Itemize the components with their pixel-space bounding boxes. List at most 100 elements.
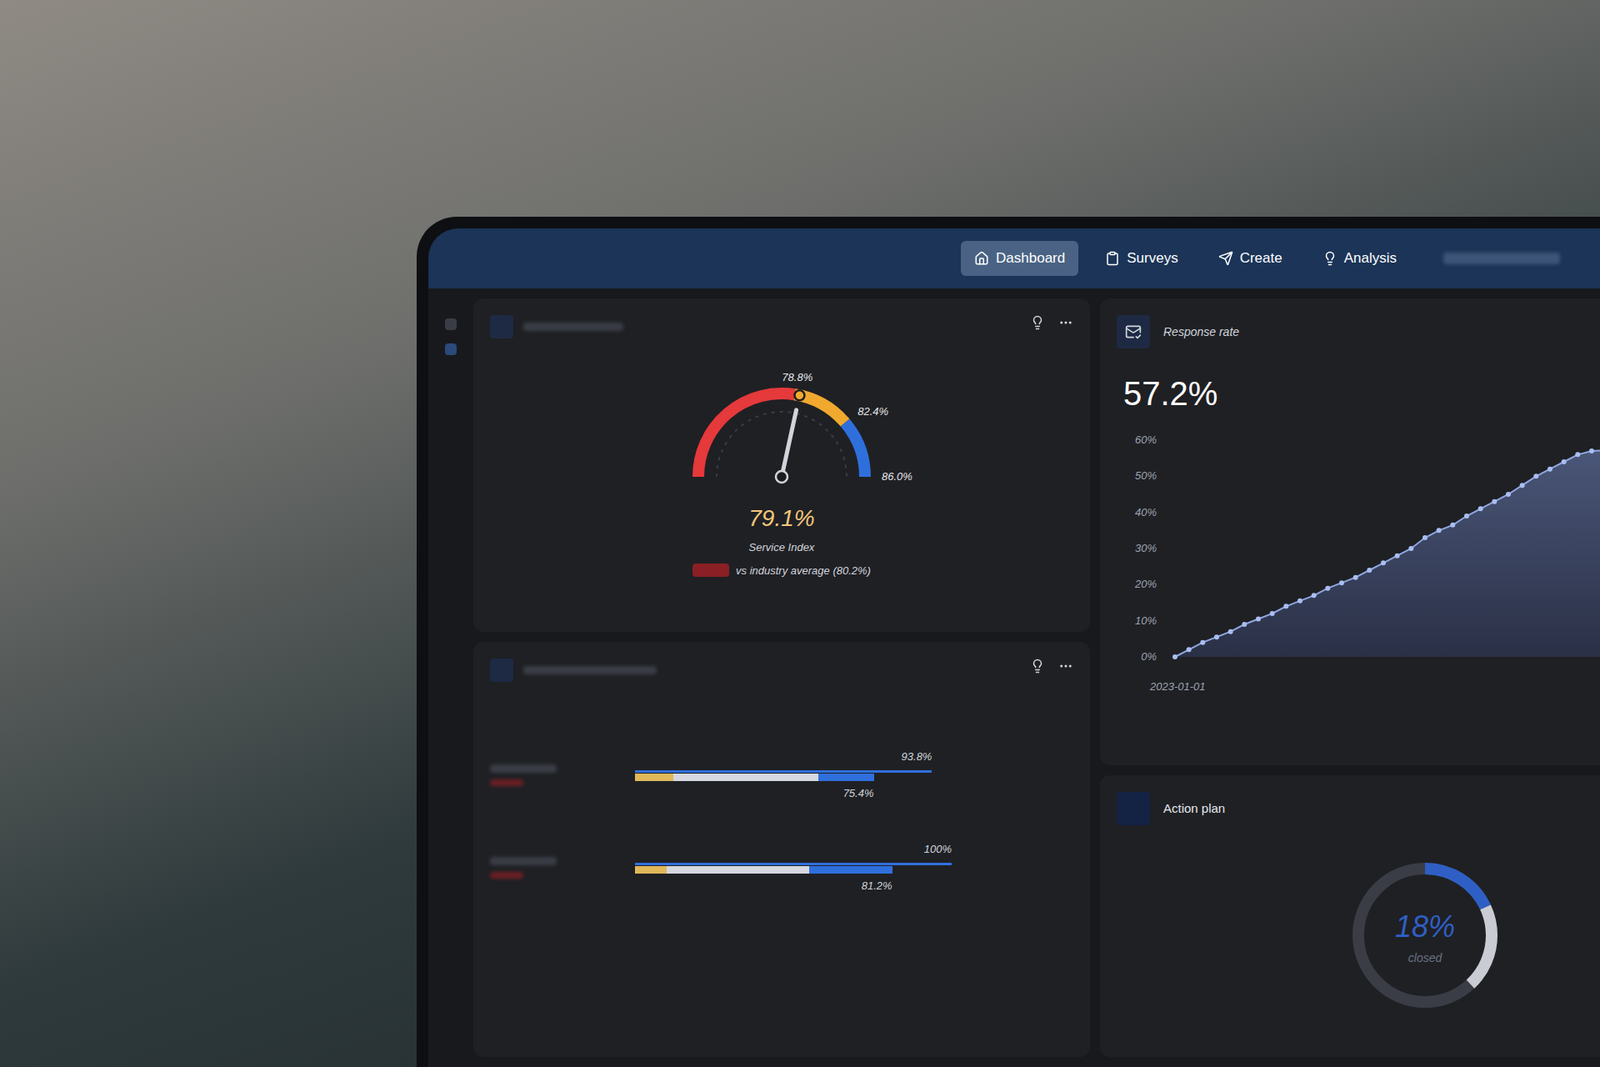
data-point (1561, 459, 1567, 465)
blurred-label (490, 856, 557, 865)
nav-tab-icon (974, 250, 990, 266)
card-title: Action plan (1163, 799, 1225, 819)
score-value: 81.2% (861, 877, 893, 895)
sidebar (438, 298, 464, 1057)
data-point (1325, 585, 1330, 591)
gauge-marker (794, 390, 805, 400)
insight-icon[interactable] (1030, 315, 1045, 330)
svg-text:78.8%: 78.8% (781, 370, 813, 384)
data-point (1436, 527, 1442, 533)
nav-tab[interactable]: Create (1205, 240, 1296, 276)
comparison-text: vs industry average (80.2%) (735, 562, 871, 580)
data-point (1478, 505, 1484, 511)
data-point (1283, 603, 1289, 609)
gauge-chart: 78.8% 82.4% 86.0% (640, 351, 924, 498)
profile-placeholder[interactable] (1443, 252, 1560, 265)
gauge-band: 82.4% (795, 394, 889, 423)
target-value: 93.8% (901, 748, 933, 765)
data-point (1366, 567, 1372, 573)
laptop-bezel: Dashboard Surveys Create Analysis 78.8% 82.4%… (416, 216, 1600, 1067)
blurred-title (523, 665, 657, 675)
card-icon (490, 658, 514, 682)
data-point (1547, 466, 1553, 472)
data-point (1395, 553, 1400, 559)
y-tick: 0% (1140, 650, 1157, 663)
data-point (1520, 482, 1525, 488)
data-point (1353, 575, 1359, 580)
y-tick: 30% (1135, 541, 1157, 555)
card-icon (1116, 791, 1150, 825)
delta-badge (692, 563, 730, 577)
gauge-card: 78.8%82.4%86.0%79.1%Service Indexvs indu… (473, 298, 1090, 632)
data-point (1380, 560, 1386, 565)
data-point (1200, 640, 1205, 645)
nav-tab-icon (1105, 250, 1120, 266)
nav-tab[interactable]: Analysis (1309, 240, 1410, 276)
data-point (1214, 634, 1220, 640)
data-point (1255, 616, 1261, 622)
base-bar (635, 865, 667, 874)
laptop: Dashboard Surveys Create Analysis 78.8% 82.4%… (0, 0, 1600, 1067)
y-tick: 10% (1135, 614, 1157, 627)
action-plan-caption: closed (1408, 949, 1442, 967)
svg-text:82.4%: 82.4% (857, 405, 889, 418)
gauge-needle (781, 410, 797, 477)
data-point (1241, 621, 1247, 627)
data-point (1422, 535, 1428, 540)
target-line (635, 770, 932, 773)
y-tick: 40% (1135, 505, 1157, 519)
y-tick: 50% (1135, 469, 1157, 482)
y-tick: 60% (1135, 433, 1157, 446)
insight-icon[interactable] (1030, 658, 1045, 674)
blurred-delta (490, 779, 524, 786)
nav-tab[interactable]: Surveys (1091, 240, 1191, 276)
y-tick: 20% (1134, 577, 1157, 590)
gauge-band: 86.0% (845, 422, 913, 483)
card-title: Response rate (1163, 323, 1240, 341)
data-point (1464, 513, 1470, 519)
screen: Dashboard Surveys Create Analysis 78.8% 82.4%… (428, 228, 1600, 1067)
right-column: Response rate57.2%60%50%40%30%20%10%0%20… (1100, 298, 1600, 1057)
data-point (1589, 448, 1595, 454)
left-column: 78.8%82.4%86.0%79.1%Service Indexvs indu… (473, 298, 1090, 1057)
photo-scene: Dashboard Surveys Create Analysis 78.8% 82.4%… (0, 0, 1600, 1067)
response-rate-card: Response rate57.2%60%50%40%30%20%10%0%20… (1100, 298, 1600, 765)
data-point (1408, 545, 1414, 551)
target-line (635, 862, 952, 865)
blurred-title (523, 322, 624, 331)
sidebar-icon[interactable] (445, 318, 457, 330)
data-point (1228, 629, 1234, 635)
data-point (1311, 592, 1317, 598)
nav-tab-icon (1218, 250, 1234, 266)
response-icon (1125, 323, 1142, 340)
blurred-delta (490, 871, 524, 879)
bar-row: 93.8% 75.4% (490, 748, 1074, 801)
nav-tab[interactable]: Dashboard (960, 240, 1079, 276)
data-point (1450, 522, 1455, 528)
more-icon[interactable] (1058, 658, 1074, 674)
response-rate-chart: 60%50%40%30%20%10%0%2023-01-01 (1116, 431, 1600, 715)
data-point (1575, 451, 1580, 457)
score-value: 75.4% (843, 785, 875, 802)
data-point (1533, 473, 1539, 479)
blurred-label (490, 764, 557, 773)
nav-tab-icon (1322, 250, 1338, 266)
data-point (1270, 610, 1275, 616)
gauge-band: 78.8% (698, 370, 813, 477)
card-icon (490, 315, 514, 339)
dashboard-body: 78.8%82.4%86.0%79.1%Service Indexvs indu… (428, 288, 1600, 1067)
more-icon[interactable] (1058, 315, 1074, 330)
response-rate-value: 57.2% (1123, 368, 1600, 419)
data-point (1491, 499, 1497, 505)
bars-card: 93.8% 75.4% 100% 81.2% (473, 641, 1090, 1057)
sidebar-icon[interactable] (445, 343, 457, 355)
bar-row: 100% 81.2% (490, 840, 1074, 894)
top-nav: Dashboard Surveys Create Analysis (428, 228, 1600, 289)
gauge-caption: Service Index (749, 539, 815, 556)
base-bar (635, 773, 674, 781)
data-point (1339, 580, 1345, 585)
action-plan-value: 18% (1395, 904, 1455, 950)
target-value: 100% (924, 840, 952, 858)
svg-text:86.0%: 86.0% (881, 470, 913, 483)
data-point (1172, 654, 1178, 660)
